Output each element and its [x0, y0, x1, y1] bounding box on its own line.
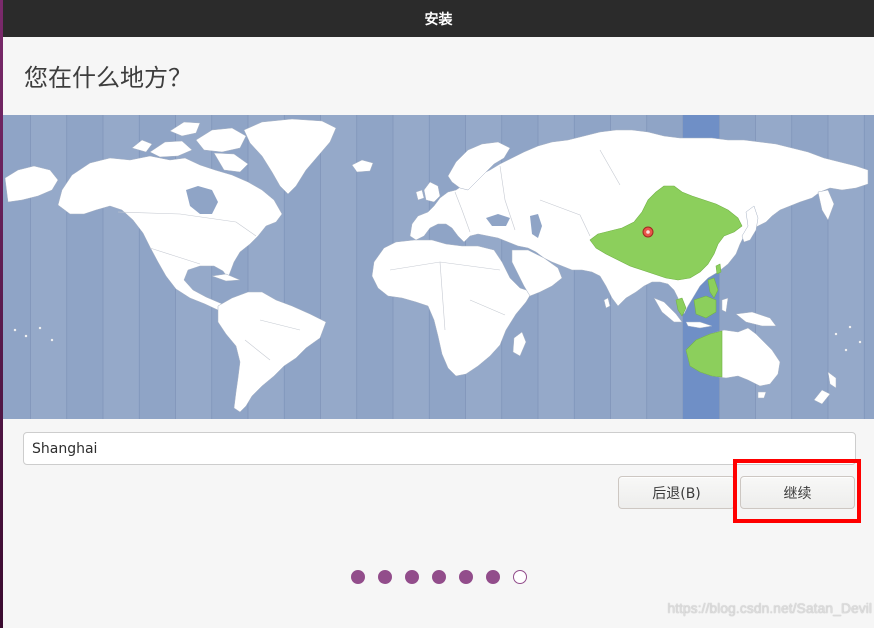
island	[858, 340, 862, 344]
back-button[interactable]: 后退(B)	[618, 476, 735, 509]
island	[13, 328, 17, 332]
progress-dot	[459, 570, 473, 584]
island	[844, 348, 848, 352]
titlebar[interactable]: 安装	[3, 0, 874, 37]
island	[24, 334, 28, 338]
pin-inner	[646, 230, 650, 234]
watermark-text: https://blog.csdn.net/Satan_Devil	[667, 600, 872, 616]
progress-dot	[351, 570, 365, 584]
location-pin-icon	[642, 226, 654, 238]
continue-button[interactable]: 继续	[740, 476, 855, 509]
timezone-map[interactable]	[3, 115, 874, 419]
location-search-input[interactable]	[23, 432, 856, 465]
timezone-band	[320, 115, 357, 419]
progress-dot	[432, 570, 446, 584]
island	[38, 326, 42, 330]
continue-button-label: 继续	[783, 485, 812, 502]
selected-region-taiwan	[715, 263, 722, 275]
back-button-label: 后退(B)	[652, 485, 701, 502]
progress-dot	[486, 570, 500, 584]
progress-dot	[405, 570, 419, 584]
progress-dot	[513, 570, 527, 584]
progress-dot	[378, 570, 392, 584]
progress-indicator	[351, 570, 527, 584]
window-title: 安装	[424, 11, 453, 28]
timezone-band	[30, 115, 67, 419]
island	[834, 332, 838, 336]
island	[50, 338, 54, 342]
page-title: 您在什么地方？	[24, 64, 192, 92]
world-timezone-map[interactable]	[3, 115, 874, 419]
installer-window: 安装 您在什么地方？ Shanghai 后退(B) 继续	[3, 0, 874, 628]
island	[848, 325, 852, 329]
